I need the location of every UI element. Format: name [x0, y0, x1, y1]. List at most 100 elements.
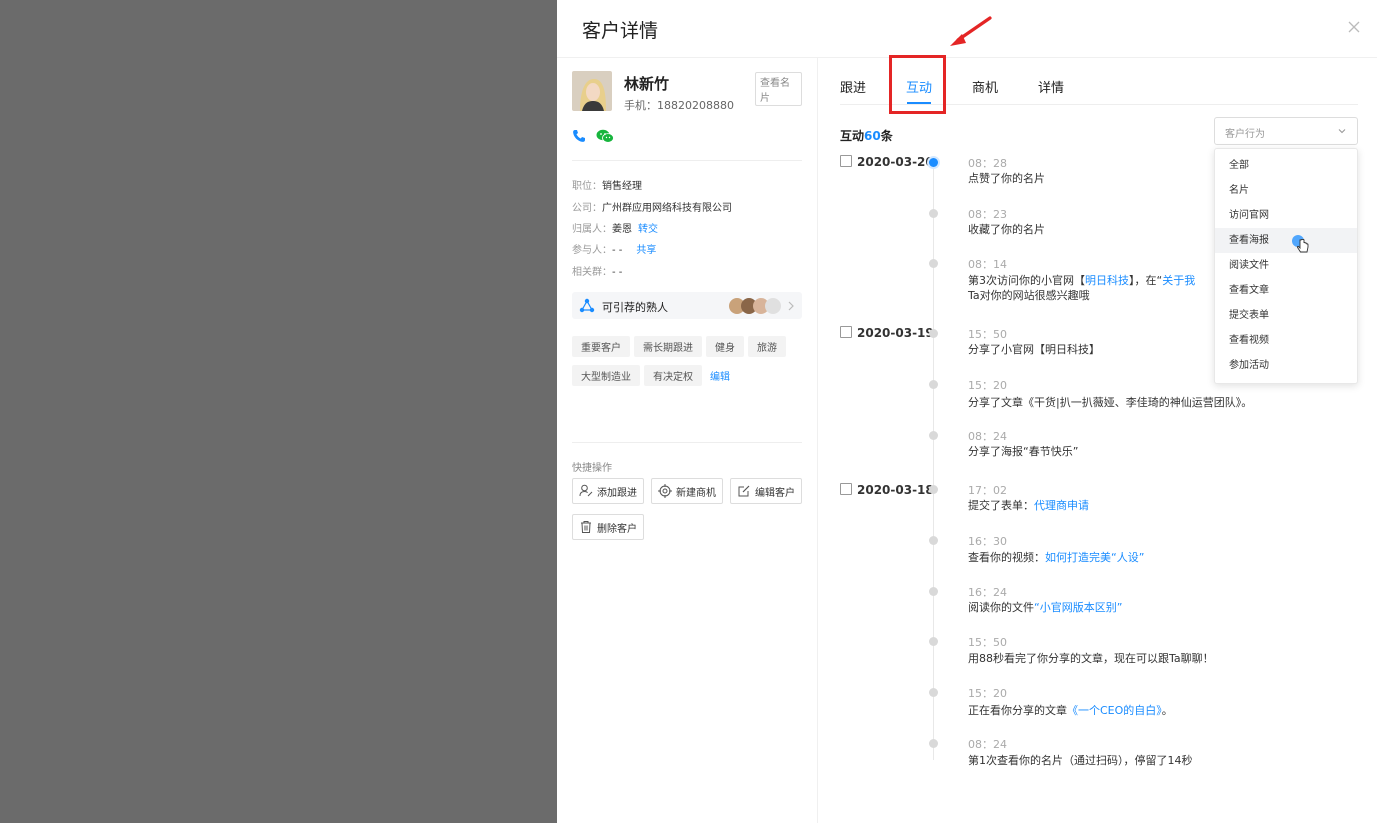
event-text: 分享了海报“春节快乐”	[968, 445, 1079, 458]
tag-list: 重要客户 需长期跟进 健身 旅游大型制造业 有决定权 编辑	[572, 336, 804, 394]
timeline-dot	[929, 158, 938, 167]
event-time: 08：24	[968, 738, 1007, 751]
phone-icon[interactable]	[572, 129, 586, 146]
timeline-axis	[933, 160, 934, 760]
edit-tags-link[interactable]: 编辑	[706, 365, 734, 386]
event-link[interactable]: 关于我	[1162, 274, 1195, 287]
interaction-count: 互动60条	[840, 129, 893, 143]
event-time: 08：14	[968, 258, 1007, 271]
event-time: 15：20	[968, 687, 1007, 700]
drawer-title: 客户详情	[582, 20, 659, 42]
filter-option-visit-site[interactable]: 访问官网	[1215, 203, 1357, 228]
event-time: 16：30	[968, 535, 1007, 548]
event-text: 点赞了你的名片	[968, 172, 1045, 185]
edit-customer-button[interactable]: 编辑客户	[730, 478, 802, 504]
event-text: 分享了小官网【明日科技】	[968, 343, 1100, 356]
filter-option-all[interactable]: 全部	[1215, 153, 1357, 178]
filter-option-join-event[interactable]: 参加活动	[1215, 353, 1357, 378]
event-text: 提交了表单：代理商申请	[968, 499, 1089, 512]
timeline-dot	[929, 688, 938, 697]
quick-actions-title: 快捷操作	[572, 463, 612, 474]
event-text: 正在看你分享的文章《一个CEO的自白》。	[968, 704, 1173, 717]
filter-option-view-article[interactable]: 查看文章	[1215, 278, 1357, 303]
behavior-filter-dropdown: 全部 名片 访问官网 查看海报 阅读文件 查看文章 提交表单 查看视频 参加活动	[1214, 148, 1358, 384]
modal-overlay[interactable]	[0, 0, 557, 823]
hand-cursor-icon	[1292, 235, 1309, 253]
calendar-icon	[840, 483, 852, 495]
contact-icons	[572, 129, 620, 145]
tab-opportunity[interactable]: 商机	[972, 77, 998, 96]
delete-customer-button[interactable]: 删除客户	[572, 514, 644, 540]
timeline-dot	[929, 431, 938, 440]
tag: 有决定权	[644, 365, 702, 386]
event-link[interactable]: 代理商申请	[1034, 499, 1089, 512]
event-link[interactable]: 《一个CEO的自白》	[1067, 704, 1162, 717]
contact-avatars	[729, 298, 794, 314]
tab-details[interactable]: 详情	[1038, 77, 1064, 96]
panel-divider	[817, 57, 818, 823]
event-text: 阅读你的文件“小官网版本区别”	[968, 601, 1123, 614]
timeline-date: 2020-03-18	[840, 483, 934, 497]
customer-phone: 手机：18820208880	[624, 99, 734, 112]
event-time: 08：28	[968, 157, 1007, 170]
filter-option-view-poster[interactable]: 查看海报	[1215, 228, 1357, 253]
view-card-button[interactable]: 查看名片	[755, 72, 802, 106]
divider	[572, 442, 802, 443]
event-time: 15：20	[968, 379, 1007, 392]
target-icon	[658, 484, 672, 498]
event-time: 08：23	[968, 208, 1007, 221]
tag: 旅游	[748, 336, 786, 357]
customer-name: 林新竹	[624, 75, 670, 93]
user-add-icon	[579, 484, 593, 497]
transfer-link[interactable]: 转交	[638, 224, 658, 235]
filter-option-submit-form[interactable]: 提交表单	[1215, 303, 1357, 328]
network-icon	[579, 298, 595, 313]
filter-option-read-file[interactable]: 阅读文件	[1215, 253, 1357, 278]
wechat-icon[interactable]	[596, 129, 614, 146]
tab-follow[interactable]: 跟进	[840, 77, 866, 96]
behavior-filter-select[interactable]: 客户行为	[1214, 117, 1358, 145]
timeline-dot	[929, 380, 938, 389]
event-text: 收藏了你的名片	[968, 223, 1045, 236]
tag: 重要客户	[572, 336, 630, 357]
event-time: 16：24	[968, 586, 1007, 599]
event-link[interactable]: “小官网版本区别”	[1034, 601, 1122, 614]
highlight-box	[889, 55, 946, 114]
event-link[interactable]: 明日科技	[1085, 274, 1129, 287]
edit-icon	[738, 485, 750, 497]
referral-bar[interactable]: 可引荐的熟人	[572, 292, 802, 319]
info-company: 公司：广州群应用网络科技有限公司	[572, 203, 732, 214]
info-position: 职位：销售经理	[572, 181, 642, 192]
info-owner: 归属人：姜恩 转交	[572, 224, 658, 235]
tag: 健身	[706, 336, 744, 357]
customer-detail-drawer: 客户详情 林新竹 手机：18820208880 查看名片 职位：销售经理 公司：…	[557, 0, 1377, 823]
event-text: 第3次访问你的小官网【明日科技】，在“关于我 Ta对你的网站很感兴趣哦	[968, 274, 1196, 302]
filter-option-card[interactable]: 名片	[1215, 178, 1357, 203]
close-icon[interactable]	[1345, 18, 1363, 36]
event-time: 15：50	[968, 328, 1007, 341]
calendar-icon	[840, 326, 852, 338]
timeline-dot	[929, 259, 938, 268]
info-group: 相关群：- -	[572, 267, 623, 278]
timeline-dot	[929, 739, 938, 748]
timeline-dot	[929, 209, 938, 218]
annotation-arrow-icon	[950, 16, 992, 46]
referral-label: 可引荐的熟人	[602, 301, 668, 314]
timeline-dot	[929, 587, 938, 596]
calendar-icon	[840, 155, 852, 167]
share-link[interactable]: 共享	[636, 245, 656, 256]
event-text: 分享了文章《干货|扒一扒薇娅、李佳琦的神仙运营团队》。	[968, 396, 1253, 409]
chevron-down-icon	[1338, 129, 1346, 134]
timeline-date: 2020-03-20	[840, 155, 934, 169]
info-participant: 参与人：- - 共享	[572, 245, 657, 256]
event-time: 15：50	[968, 636, 1007, 649]
timeline-dot	[929, 536, 938, 545]
timeline-dot	[929, 637, 938, 646]
event-link[interactable]: 如何打造完美“人设”	[1045, 551, 1144, 564]
filter-option-view-video[interactable]: 查看视频	[1215, 328, 1357, 353]
avatar	[572, 71, 612, 111]
event-time: 08：24	[968, 430, 1007, 443]
add-follow-button[interactable]: 添加跟进	[572, 478, 644, 504]
divider	[572, 160, 802, 161]
new-opportunity-button[interactable]: 新建商机	[651, 478, 723, 504]
